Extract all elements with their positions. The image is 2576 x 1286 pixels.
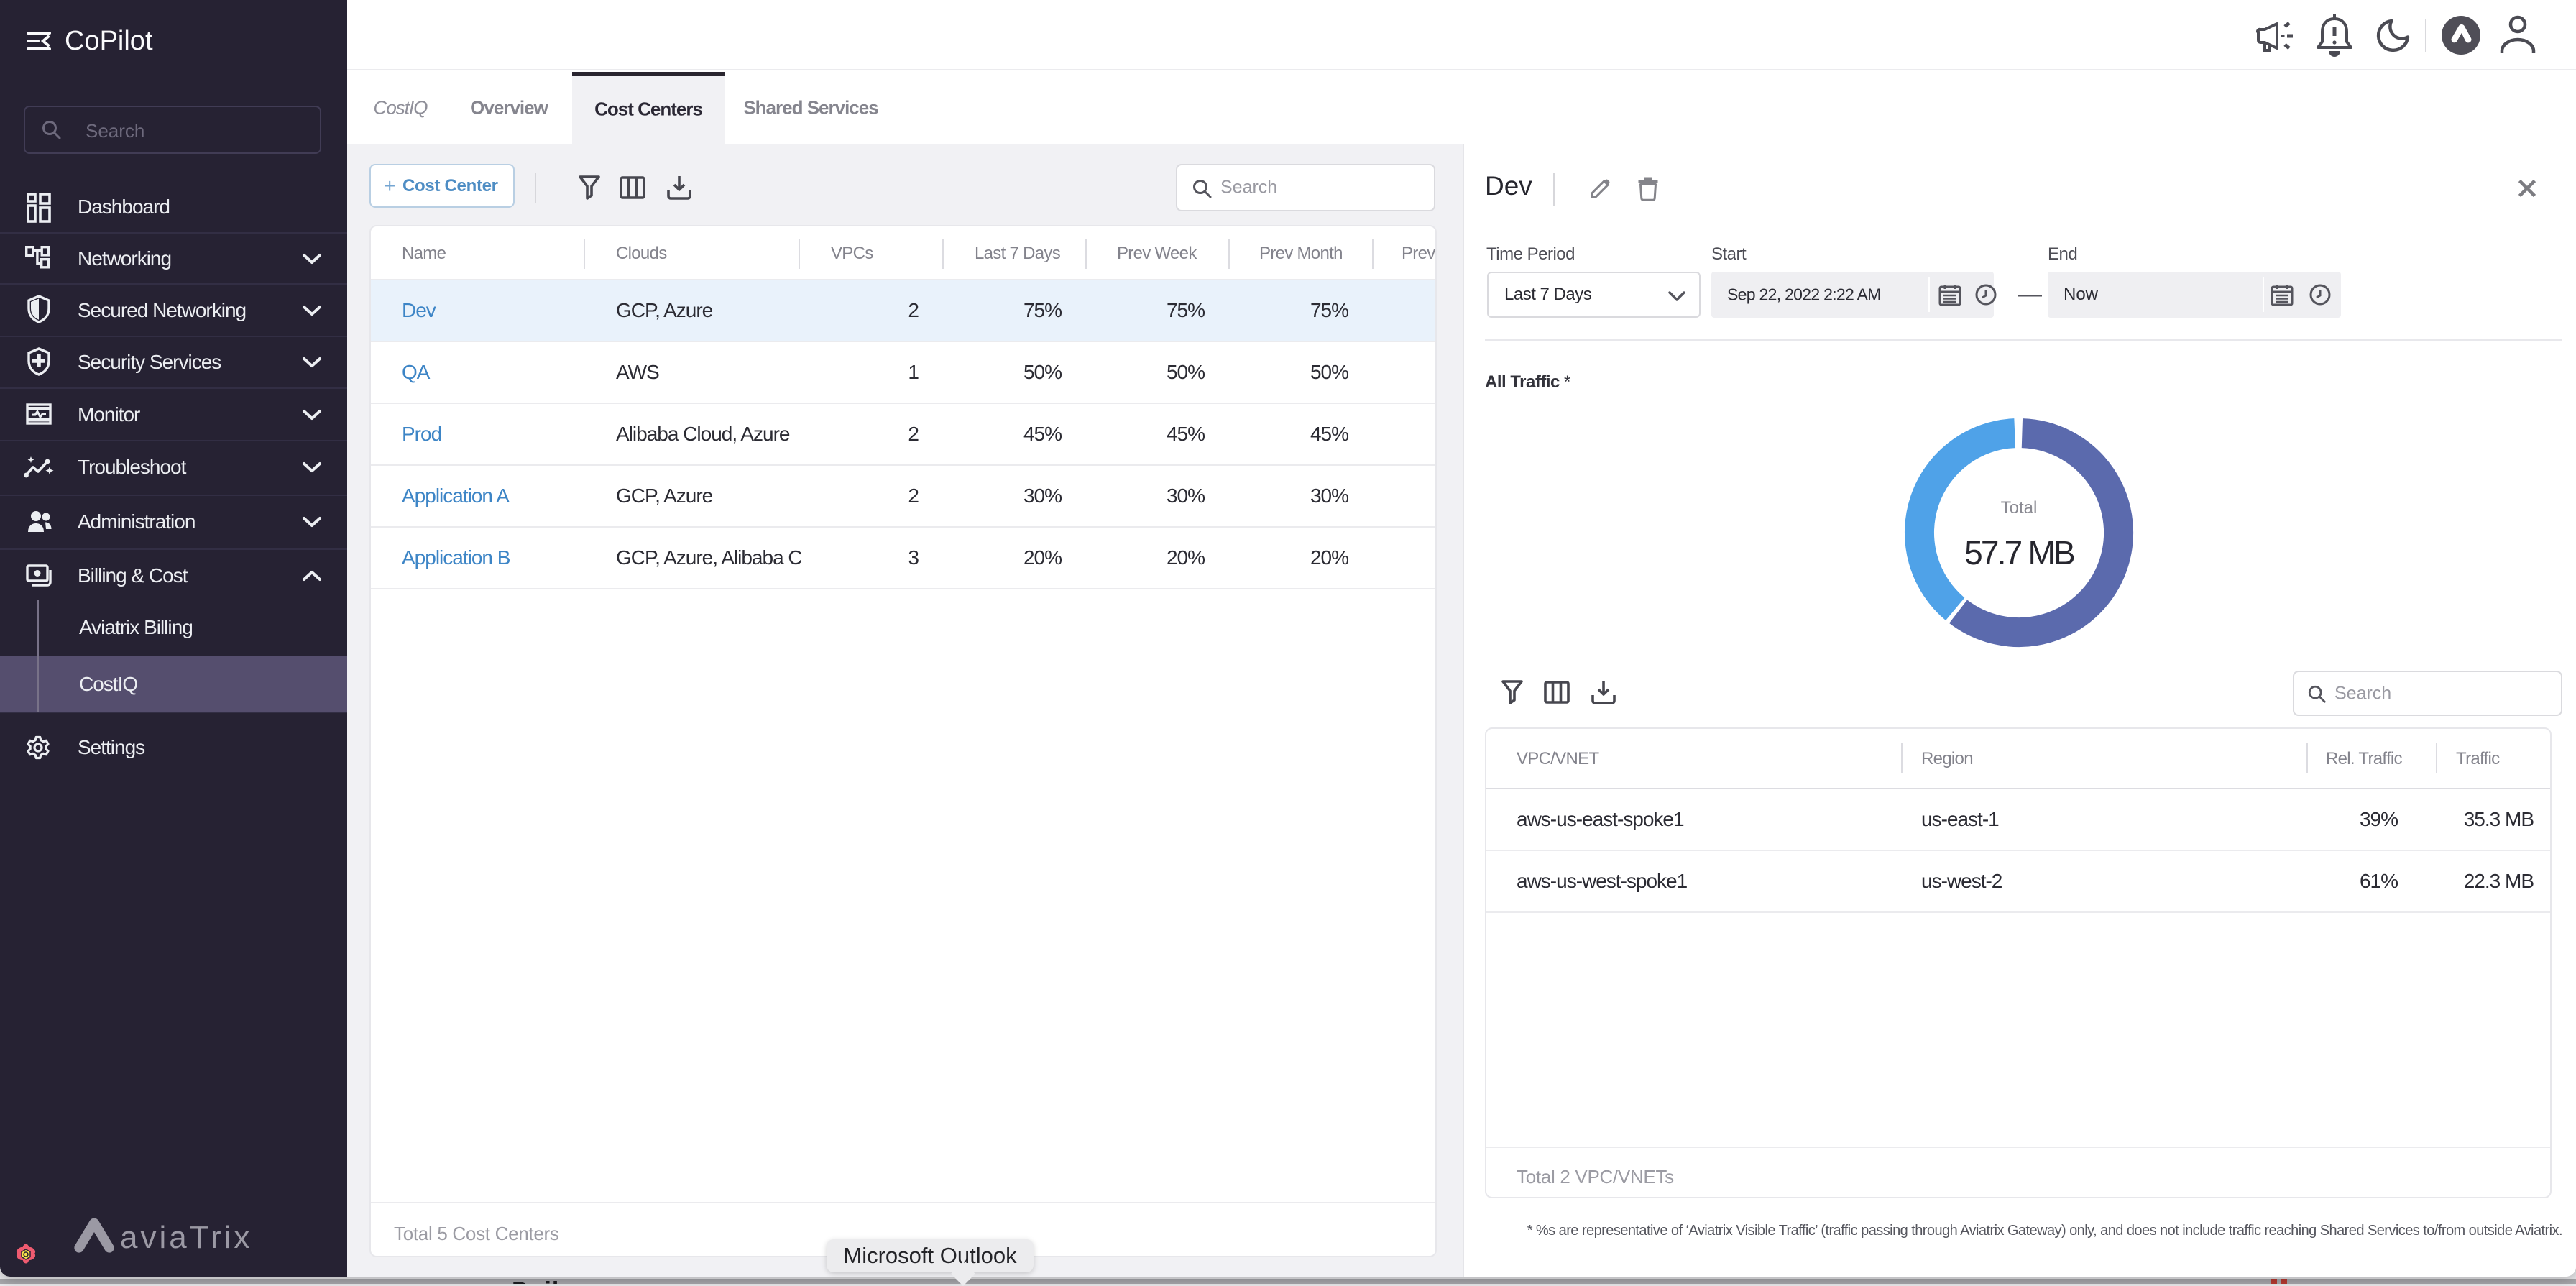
svg-text:aviaTrix: aviaTrix xyxy=(120,1220,252,1254)
